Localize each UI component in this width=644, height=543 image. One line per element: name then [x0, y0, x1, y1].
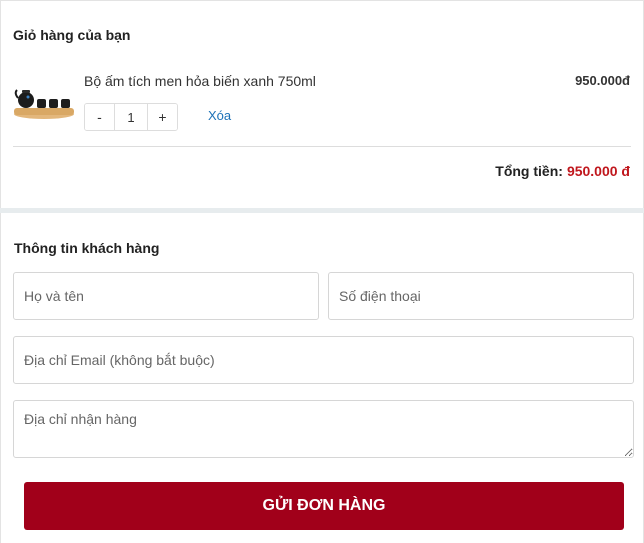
remove-item-link[interactable]: Xóa: [208, 108, 231, 123]
divider: [13, 146, 631, 147]
submit-order-button[interactable]: GỬI ĐƠN HÀNG: [24, 482, 624, 530]
cart-total: Tổng tiền: 950.000 đ: [495, 163, 630, 179]
product-price: 950.000đ: [575, 73, 630, 88]
increase-quantity-button[interactable]: +: [147, 104, 177, 130]
cart-title: Giỏ hàng của bạn: [13, 27, 131, 43]
total-amount: 950.000 đ: [566, 163, 630, 179]
customer-form: Thông tin khách hàng GỬI ĐƠN HÀNG: [0, 213, 644, 543]
quantity-input[interactable]: 1: [115, 104, 147, 130]
address-field[interactable]: [13, 400, 634, 458]
name-field[interactable]: [13, 272, 319, 320]
email-field[interactable]: [13, 336, 634, 384]
decrease-quantity-button[interactable]: -: [85, 104, 115, 130]
product-name[interactable]: Bộ ấm tích men hỏa biến xanh 750ml: [84, 73, 316, 89]
cart-section: Giỏ hàng của bạn Bộ ấm tích men hỏa biến…: [0, 0, 644, 210]
product-thumbnail[interactable]: [13, 81, 75, 121]
total-label: Tổng tiền:: [495, 163, 563, 179]
quantity-stepper: - 1 +: [84, 103, 178, 131]
customer-info-title: Thông tin khách hàng: [14, 240, 160, 256]
phone-field[interactable]: [328, 272, 634, 320]
